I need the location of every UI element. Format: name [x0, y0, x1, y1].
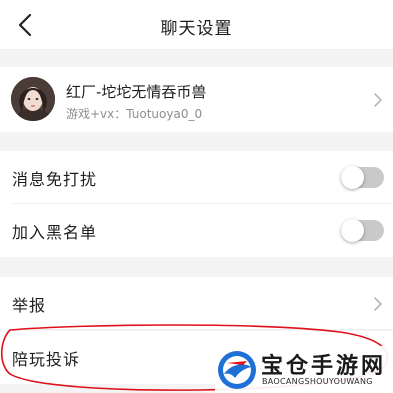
- profile-subtitle: 游戏+vx：Tuotuoya0_0: [66, 107, 203, 121]
- nav-bar: 聊天设置: [0, 0, 393, 50]
- profile-card[interactable]: 红厂-坨坨无情吞币兽 游戏+vx：Tuotuoya0_0: [0, 67, 393, 132]
- blacklist-label: 加入黑名单: [12, 223, 98, 242]
- mute-notifications-row: 消息免打扰: [0, 151, 393, 204]
- toggle-knob: [341, 166, 364, 189]
- page-title: 聊天设置: [160, 19, 233, 39]
- mute-notifications-label: 消息免打扰: [12, 170, 98, 189]
- complaint-row[interactable]: 陪玩投诉: [0, 331, 393, 384]
- toggle-knob: [341, 219, 364, 242]
- mute-notifications-toggle[interactable]: [341, 166, 384, 189]
- report-label: 举报: [12, 296, 47, 315]
- profile-name: 红厂-坨坨无情吞币兽: [66, 83, 207, 101]
- blacklist-row: 加入黑名单: [0, 204, 393, 257]
- blacklist-toggle[interactable]: [341, 219, 384, 242]
- complaint-label: 陪玩投诉: [12, 350, 81, 369]
- avatar: [11, 77, 55, 121]
- chevron-right-icon: [374, 297, 382, 311]
- chevron-right-icon: [374, 93, 382, 107]
- divider: [12, 329, 393, 330]
- report-row[interactable]: 举报: [0, 277, 393, 330]
